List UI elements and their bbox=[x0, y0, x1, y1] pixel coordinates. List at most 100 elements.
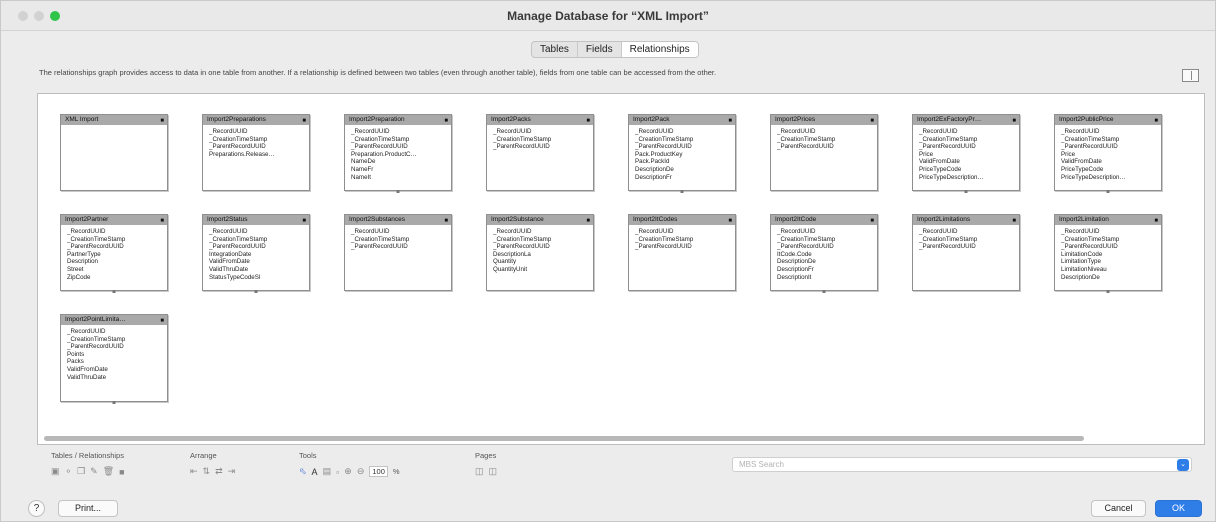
text-tool-icon[interactable]: A bbox=[312, 467, 318, 477]
table-occurrence[interactable]: Import2Pack ■ _RecordUUID _CreationTimeStam… bbox=[628, 114, 736, 193]
field-name: DescriptionIt bbox=[777, 273, 812, 281]
table-menu-icon[interactable]: ■ bbox=[1154, 216, 1158, 225]
hide-tool-icon[interactable]: ▫ bbox=[336, 467, 339, 477]
table-field-list: _RecordUUID _CreationTimeStamp _ParentReco… bbox=[61, 325, 167, 401]
note-tool-icon[interactable]: ▤ bbox=[323, 466, 332, 477]
mbs-search-field[interactable]: MBS Search bbox=[732, 457, 1192, 472]
tab-fields[interactable]: Fields bbox=[578, 42, 622, 57]
table-occurrence-header[interactable]: Import2PointLimita… ■ bbox=[61, 315, 167, 325]
table-occurrence-header[interactable]: Import2Partner ■ bbox=[61, 215, 167, 225]
table-occurrence-header[interactable]: Import2ExFactoryPr… ■ bbox=[913, 115, 1019, 125]
zoom-level[interactable]: 100 bbox=[369, 466, 388, 477]
table-occurrence[interactable]: Import2Packs ■ _RecordUUID _CreationTimeSta… bbox=[486, 114, 594, 191]
table-occurrence[interactable]: Import2ItCode ■ _RecordUUID _CreationTimeSt… bbox=[770, 214, 878, 293]
select-tool-icon[interactable]: ⬁ bbox=[299, 466, 307, 477]
table-occurrence-name: Import2Preparations bbox=[207, 116, 266, 123]
help-button[interactable]: ? bbox=[28, 500, 45, 517]
table-occurrence-header[interactable]: Import2Limitations ■ bbox=[913, 215, 1019, 225]
align-center-icon[interactable]: ⇅ bbox=[203, 466, 211, 477]
table-occurrence[interactable]: Import2Limitations ■ _RecordUUID _CreationT… bbox=[912, 214, 1020, 291]
page-setup-icon[interactable]: ◫ bbox=[489, 466, 498, 477]
table-menu-icon[interactable]: ■ bbox=[444, 216, 448, 225]
table-menu-icon[interactable]: ■ bbox=[1012, 116, 1016, 125]
table-menu-icon[interactable]: ■ bbox=[302, 116, 306, 125]
field-name: _ParentRecordUUID bbox=[635, 143, 692, 151]
table-menu-icon[interactable]: ■ bbox=[728, 116, 732, 125]
more-fields-indicator bbox=[1106, 190, 1110, 193]
layout-toggle-icon[interactable] bbox=[1182, 69, 1199, 82]
page-view-icon[interactable]: ◫ bbox=[475, 466, 484, 477]
table-occurrence-name: Import2Limitation bbox=[1059, 216, 1109, 223]
table-occurrence-header[interactable]: Import2Status ■ bbox=[203, 215, 309, 225]
add-table-icon[interactable]: ▣ bbox=[51, 466, 60, 477]
table-occurrence-header[interactable]: XML Import ■ bbox=[61, 115, 167, 125]
table-occurrence-header[interactable]: Import2Prices ■ bbox=[771, 115, 877, 125]
field-name: Pack.ProductKey bbox=[635, 150, 683, 158]
table-menu-icon[interactable]: ■ bbox=[160, 316, 164, 325]
edit-icon[interactable]: ✎ bbox=[90, 466, 98, 477]
table-field-list: _RecordUUID _CreationTimeStamp _ParentReco… bbox=[487, 125, 593, 190]
table-menu-icon[interactable]: ■ bbox=[1154, 116, 1158, 125]
duplicate-icon[interactable]: ❐ bbox=[77, 466, 85, 477]
relationships-graph[interactable]: XML Import ■ Import2Preparations ■ _RecordUU… bbox=[37, 93, 1205, 445]
table-occurrence[interactable]: Import2Preparations ■ _RecordUUID _Creation… bbox=[202, 114, 310, 191]
resize-icon[interactable]: ⇥ bbox=[228, 466, 236, 477]
ok-button[interactable]: OK bbox=[1155, 500, 1202, 517]
table-occurrence-header[interactable]: Import2Limitation ■ bbox=[1055, 215, 1161, 225]
table-occurrence[interactable]: Import2Preparation ■ _RecordUUID _CreationT… bbox=[344, 114, 452, 193]
tab-relationships[interactable]: Relationships bbox=[621, 42, 698, 57]
table-occurrence[interactable]: Import2ExFactoryPr… ■ _RecordUUID _Creation… bbox=[912, 114, 1020, 193]
table-menu-icon[interactable]: ■ bbox=[1012, 216, 1016, 225]
table-occurrence-header[interactable]: Import2Substances ■ bbox=[345, 215, 451, 225]
table-menu-icon[interactable]: ■ bbox=[870, 116, 874, 125]
table-menu-icon[interactable]: ■ bbox=[160, 216, 164, 225]
table-menu-icon[interactable]: ■ bbox=[728, 216, 732, 225]
field-name: _CreationTimeStamp bbox=[1061, 135, 1120, 143]
cancel-button[interactable]: Cancel bbox=[1091, 500, 1146, 517]
table-occurrence[interactable]: Import2PointLimita… ■ _RecordUUID _Creation… bbox=[60, 314, 168, 404]
title-bar: Manage Database for “XML Import” bbox=[1, 1, 1215, 31]
field-name: IntegrationDate bbox=[209, 250, 252, 258]
zoom-out-icon[interactable]: ⊖ bbox=[357, 466, 365, 477]
tab-tables[interactable]: Tables bbox=[532, 42, 578, 57]
table-occurrence[interactable]: Import2PublicPrice ■ _RecordUUID _CreationT… bbox=[1054, 114, 1162, 193]
field-name: ValidFromDate bbox=[209, 258, 250, 266]
align-left-icon[interactable]: ⇤ bbox=[190, 466, 198, 477]
table-occurrence-header[interactable]: Import2Preparations ■ bbox=[203, 115, 309, 125]
table-menu-icon[interactable]: ■ bbox=[870, 216, 874, 225]
table-occurrence[interactable]: Import2Substance ■ _RecordUUID _CreationTim… bbox=[486, 214, 594, 291]
table-menu-icon[interactable]: ■ bbox=[586, 116, 590, 125]
table-occurrence-name: Import2PublicPrice bbox=[1059, 116, 1114, 123]
table-occurrence-header[interactable]: Import2ItCodes ■ bbox=[629, 215, 735, 225]
table-menu-icon[interactable]: ■ bbox=[444, 116, 448, 125]
table-occurrence[interactable]: XML Import ■ bbox=[60, 114, 168, 191]
table-occurrence-header[interactable]: Import2Packs ■ bbox=[487, 115, 593, 125]
add-relationship-icon[interactable]: ⚬ bbox=[65, 466, 73, 477]
table-occurrence[interactable]: Import2Partner ■ _RecordUUID _CreationTimeS… bbox=[60, 214, 168, 293]
table-menu-icon[interactable]: ■ bbox=[160, 116, 164, 125]
delete-icon[interactable]: 🗑 bbox=[103, 466, 114, 477]
print-button[interactable]: Print... bbox=[58, 500, 118, 517]
field-name: ValidFromDate bbox=[1061, 158, 1102, 166]
table-menu-icon[interactable]: ■ bbox=[586, 216, 590, 225]
table-occurrence-header[interactable]: Import2Substance ■ bbox=[487, 215, 593, 225]
table-occurrence-header[interactable]: Import2ItCode ■ bbox=[771, 215, 877, 225]
table-occurrence[interactable]: Import2ItCodes ■ _RecordUUID _CreationTimeS… bbox=[628, 214, 736, 291]
search-dropdown-button[interactable]: ⌄ bbox=[1177, 459, 1189, 471]
table-occurrence[interactable]: Import2Limitation ■ _RecordUUID _CreationTi… bbox=[1054, 214, 1162, 293]
table-occurrence[interactable]: Import2Status ■ _RecordUUID _CreationTimeSt… bbox=[202, 214, 310, 293]
field-name: _ParentRecordUUID bbox=[1061, 143, 1118, 151]
table-occurrence-header[interactable]: Import2PublicPrice ■ bbox=[1055, 115, 1161, 125]
horizontal-scrollbar[interactable] bbox=[44, 436, 1084, 441]
color-swatch-icon[interactable]: ■ bbox=[119, 467, 124, 477]
table-menu-icon[interactable]: ■ bbox=[302, 216, 306, 225]
table-occurrence-header[interactable]: Import2Pack ■ bbox=[629, 115, 735, 125]
zoom-in-icon[interactable]: ⊕ bbox=[344, 466, 352, 477]
field-name: Street bbox=[67, 265, 84, 273]
table-occurrence-header[interactable]: Import2Preparation ■ bbox=[345, 115, 451, 125]
table-occurrence[interactable]: Import2Prices ■ _RecordUUID _CreationTimeSt… bbox=[770, 114, 878, 191]
tab-bar: Tables Fields Relationships bbox=[531, 41, 699, 58]
distribute-icon[interactable]: ⇄ bbox=[215, 466, 223, 477]
table-field-list: _RecordUUID _CreationTimeStamp _ParentReco… bbox=[771, 125, 877, 190]
table-occurrence[interactable]: Import2Substances ■ _RecordUUID _CreationTi… bbox=[344, 214, 452, 291]
